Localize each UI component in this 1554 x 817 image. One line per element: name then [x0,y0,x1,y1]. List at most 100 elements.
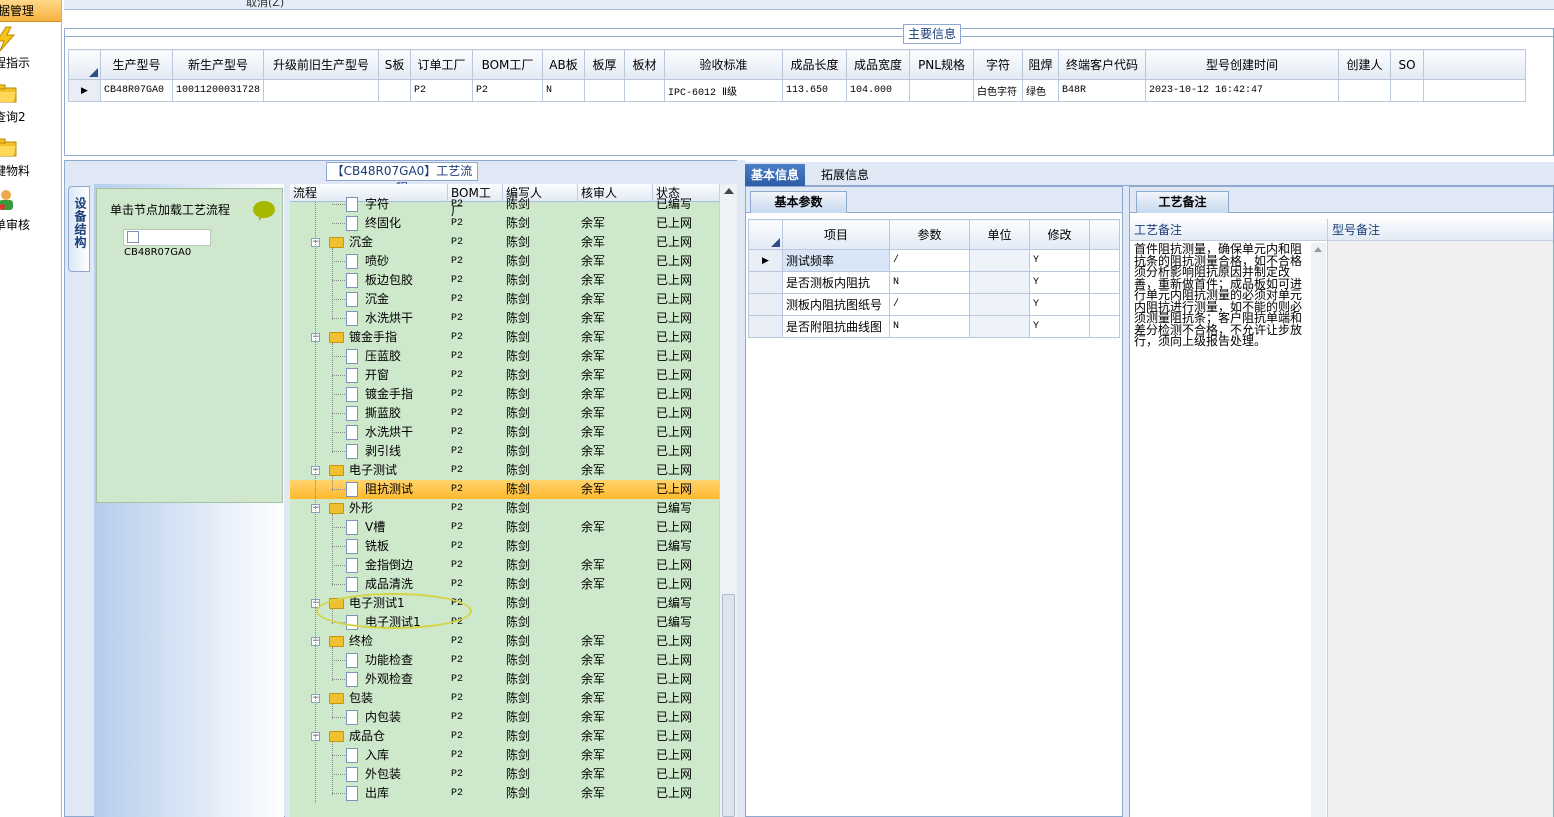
table-cell[interactable] [263,79,380,102]
table-cell[interactable]: 白色字符 [973,79,1024,102]
table-cell[interactable]: Y [1029,271,1090,294]
table-cell[interactable]: Y [1029,293,1090,316]
column-header[interactable]: 成品宽度 [846,49,911,80]
column-header[interactable]: 生产型号 [100,49,173,80]
table-cell[interactable]: / [889,249,970,272]
list-item[interactable]: 出库 P2 陈剑 余军 已上网 [290,784,719,803]
list-item[interactable]: 撕蓝胶 P2 陈剑 余军 已上网 [290,404,719,423]
column-header[interactable]: SO [1390,49,1425,80]
list-item[interactable]: V槽 P2 陈剑 余军 已上网 [290,518,719,537]
table-cell[interactable] [969,271,1030,294]
tree-scrollbar[interactable] [719,184,737,817]
table-cell[interactable] [969,249,1030,272]
list-item[interactable]: 外观检查 P2 陈剑 余军 已上网 [290,670,719,689]
table-cell[interactable] [584,79,626,102]
table-row[interactable]: ▶ 测试频率 / Y [748,249,1120,272]
table-cell[interactable]: 测板内阻抗图纸号 [782,293,890,316]
column-header[interactable]: 单位 [969,219,1030,250]
list-item[interactable]: 板边包胶 P2 陈剑 余军 已上网 [290,271,719,290]
tab-extended-info[interactable]: 拓展信息 [815,164,875,186]
column-header[interactable]: AB板 [542,49,586,80]
scroll-up-icon[interactable] [724,188,734,194]
list-item[interactable]: − 包装 P2 陈剑 余军 已上网 [290,689,719,708]
tab-process-notes[interactable]: 工艺备注 [1136,191,1229,213]
nav-header[interactable]: 据管理 [0,0,61,22]
tree-node[interactable]: CB48R07GA0 [123,229,211,258]
column-header[interactable]: S板 [378,49,412,80]
table-cell[interactable]: N [889,271,970,294]
list-item[interactable]: 镀金手指 P2 陈剑 余军 已上网 [290,385,719,404]
table-cell[interactable] [1390,79,1425,102]
list-item[interactable]: 外包装 P2 陈剑 余军 已上网 [290,765,719,784]
table-cell[interactable]: Y [1029,315,1090,338]
column-header[interactable]: 型号创建时间 [1145,49,1340,80]
list-item[interactable]: 剥引线 P2 陈剑 余军 已上网 [290,442,719,461]
list-item[interactable]: 压蓝胶 P2 陈剑 余军 已上网 [290,347,719,366]
list-item[interactable]: 铣板 P2 陈剑 已编写 [290,537,719,556]
list-item[interactable]: 入库 P2 陈剑 余军 已上网 [290,746,719,765]
list-item[interactable]: − 镀金手指 P2 陈剑 余军 已上网 [290,328,719,347]
table-cell[interactable] [969,293,1030,316]
nav-item-query2[interactable]: 查询2 [0,80,61,132]
note-scrollbar[interactable] [1311,243,1326,817]
column-header[interactable]: 终端客户代码 [1058,49,1147,80]
list-item[interactable]: 水洗烘干 P2 陈剑 余军 已上网 [290,423,719,442]
column-header[interactable]: 新生产型号 [171,49,265,80]
column-header[interactable]: 升级前旧生产型号 [263,49,380,80]
cancel-button[interactable]: 取消(Z) [246,0,284,9]
scroll-up-icon[interactable] [1314,247,1322,252]
column-header[interactable]: 验收标准 [664,49,784,80]
table-cell[interactable] [378,79,412,102]
list-item[interactable]: 沉金 P2 陈剑 余军 已上网 [290,290,719,309]
column-header[interactable]: BOM工厂 [472,49,544,80]
column-header[interactable]: 板厚 [584,49,626,80]
table-row[interactable]: 是否附阻抗曲线图 N Y [748,315,1120,338]
list-item[interactable]: − 成品仓 P2 陈剑 余军 已上网 [290,727,719,746]
table-cell[interactable]: 10011200031728 [171,79,265,102]
table-cell[interactable]: Y [1029,249,1090,272]
nav-item-process-instruction[interactable]: 程指示 [0,26,61,78]
list-item[interactable]: 成品清洗 P2 陈剑 余军 已上网 [290,575,719,594]
table-cell[interactable]: P2 [472,79,544,102]
list-item[interactable]: − 外形 P2 陈剑 已编写 [290,499,719,518]
table-cell[interactable] [1338,79,1392,102]
list-item[interactable]: 开窗 P2 陈剑 余军 已上网 [290,366,719,385]
splitter[interactable] [737,160,745,817]
table-cell[interactable]: 绿色 [1022,79,1060,102]
list-item[interactable]: 字符 P2 陈剑 已编写 [290,195,719,214]
table-cell[interactable]: 104.000 [846,79,911,102]
tab-basic-info[interactable]: 基本信息 [745,164,806,186]
scroll-thumb[interactable] [722,594,735,817]
list-item[interactable]: 水洗烘干 P2 陈剑 余军 已上网 [290,309,719,328]
column-header[interactable]: 参数 [889,219,970,250]
list-item[interactable]: − 沉金 P2 陈剑 余军 已上网 [290,233,719,252]
column-header[interactable]: PNL规格 [909,49,975,80]
column-header[interactable]: 订单工厂 [410,49,474,80]
nav-item-review[interactable]: 单审核 [0,188,61,240]
list-item[interactable]: 内包装 P2 陈剑 余军 已上网 [290,708,719,727]
list-item[interactable]: 喷砂 P2 陈剑 余军 已上网 [290,252,719,271]
table-cell[interactable]: 测试频率 [782,249,890,272]
list-item[interactable]: 功能检查 P2 陈剑 余军 已上网 [290,651,719,670]
list-item[interactable]: − 电子测试 P2 陈剑 余军 已上网 [290,461,719,480]
process-note-text[interactable]: 首件阻抗测量，确保单元内和阻抗条的阻抗测量合格，如不合格须分析影响阻抗原因并制定… [1134,243,1309,348]
column-header[interactable]: 板材 [624,49,666,80]
table-cell[interactable]: 是否测板内阻抗 [782,271,890,294]
table-row[interactable]: 是否测板内阻抗 N Y [748,271,1120,294]
table-cell[interactable]: IPC-6012 Ⅱ级 [664,79,784,102]
tab-device-structure[interactable]: 设备结构 [68,186,90,272]
column-header[interactable]: 阻焊 [1022,49,1060,80]
table-cell[interactable]: / [889,293,970,316]
table-cell[interactable]: 是否附阻抗曲线图 [782,315,890,338]
column-header[interactable]: 项目 [782,219,890,250]
table-cell[interactable]: 113.650 [782,79,848,102]
table-cell[interactable] [624,79,666,102]
column-header[interactable]: 成品长度 [782,49,848,80]
list-item[interactable]: 金指倒边 P2 陈剑 余军 已上网 [290,556,719,575]
list-item[interactable]: − 终检 P2 陈剑 余军 已上网 [290,632,719,651]
table-cell[interactable]: B48R [1058,79,1147,102]
table-cell[interactable] [969,315,1030,338]
table-cell[interactable]: P2 [410,79,474,102]
table-cell[interactable]: CB48R07GA0 [100,79,173,102]
list-item[interactable]: 阻抗测试 P2 陈剑 余军 已上网 [290,480,719,499]
